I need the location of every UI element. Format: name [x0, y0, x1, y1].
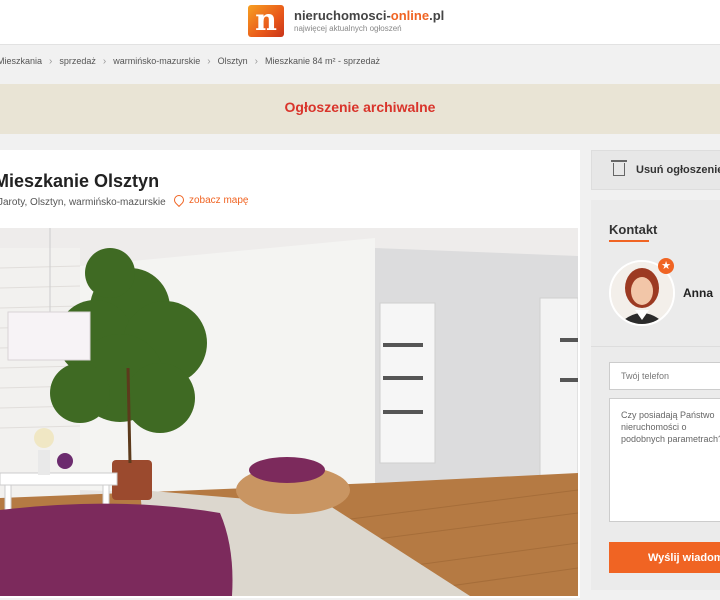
- chevron-right-icon: ›: [49, 56, 53, 67]
- chevron-right-icon: ›: [207, 56, 211, 67]
- logo-text-suffix: .pl: [429, 8, 445, 23]
- contact-title: Kontakt: [609, 222, 658, 237]
- map-pin-icon: [171, 193, 187, 208]
- breadcrumb-item[interactable]: sprzedaż: [59, 56, 96, 66]
- message-textarea[interactable]: Czy posiadają Państwo nieruchomości o po…: [609, 398, 720, 522]
- send-message-button[interactable]: Wyślij wiadomość: [609, 542, 720, 573]
- logo-text-main: nieruchomosci-: [294, 8, 391, 23]
- chevron-right-icon: ›: [254, 56, 258, 67]
- trash-icon: [611, 160, 627, 176]
- delete-listing-button[interactable]: Usuń ogłoszenie: [591, 150, 720, 190]
- map-link-label: zobacz mapę: [189, 195, 249, 206]
- agent-name: Anna: [683, 286, 713, 300]
- breadcrumb-item[interactable]: Mieszkania: [0, 56, 42, 66]
- listing-location: Jaroty, Olsztyn, warmińsko-mazurskie: [0, 197, 166, 208]
- contact-panel: Kontakt ★ Anna Twój telefon Czy posiadaj…: [591, 200, 720, 590]
- phone-input[interactable]: Twój telefon: [609, 362, 720, 390]
- logo-tagline: najwięcej aktualnych ogłoszeń: [294, 24, 402, 33]
- listing-photo[interactable]: [0, 228, 578, 596]
- map-link[interactable]: zobacz mapę: [171, 193, 249, 208]
- breadcrumb-item[interactable]: warmińsko-mazurskie: [113, 56, 200, 66]
- archive-label: Ogłoszenie archiwalne: [284, 99, 436, 115]
- site-header: n nieruchomosci-online.pl najwięcej aktu…: [0, 0, 720, 45]
- living-room-photo: [0, 228, 578, 596]
- archive-banner: Ogłoszenie archiwalne: [0, 84, 720, 134]
- listing-title: Mieszkanie Olsztyn: [0, 171, 160, 191]
- listing-card: Mieszkanie Olsztyn Jaroty, Olsztyn, warm…: [0, 150, 580, 598]
- star-icon: ★: [658, 258, 674, 274]
- logo-text-accent: online: [390, 8, 430, 23]
- divider: [591, 346, 720, 347]
- breadcrumb: Mieszkania › sprzedaż › warmińsko-mazurskie ›…: [0, 56, 380, 72]
- chevron-right-icon: ›: [102, 56, 107, 67]
- logo-text[interactable]: nieruchomosci-online.pl: [294, 8, 444, 23]
- contact-title-underline: [609, 240, 649, 242]
- breadcrumb-item[interactable]: Olsztyn: [218, 56, 248, 66]
- breadcrumb-current: Mieszkanie 84 m² - sprzedaż: [264, 56, 381, 66]
- delete-listing-label: Usuń ogłoszenie: [636, 164, 720, 176]
- logo-icon[interactable]: n: [248, 5, 284, 37]
